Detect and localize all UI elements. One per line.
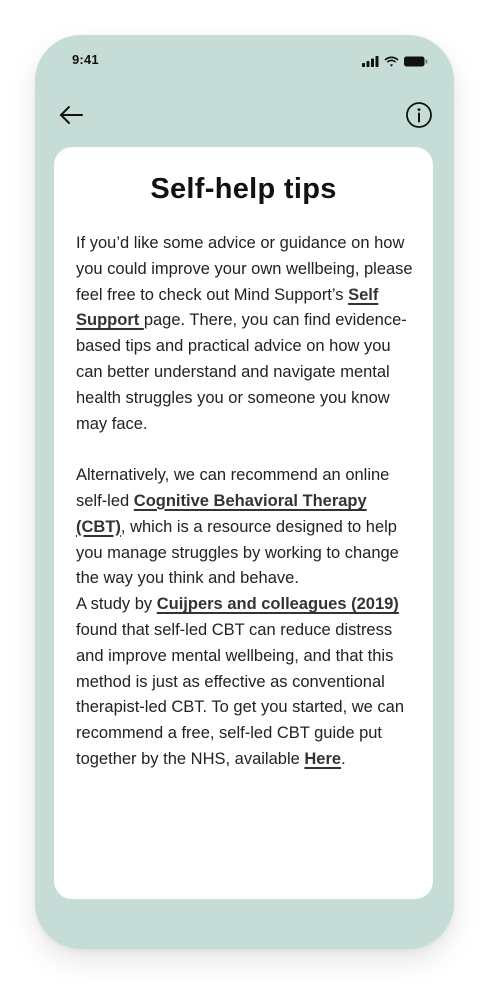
arrow-left-icon	[58, 105, 84, 130]
info-circle-icon	[405, 101, 433, 134]
content-card: Self-help tips If you’d like some advice…	[54, 147, 433, 899]
nhs-guide-link[interactable]: Here	[304, 750, 341, 768]
card-body: If you’d like some advice or guidance on…	[76, 231, 414, 773]
status-icons	[362, 54, 428, 72]
paragraph-text: found that self-led CBT can reduce distr…	[76, 620, 405, 768]
page-title: Self-help tips	[150, 173, 337, 205]
paragraph-cbt: Alternatively, we can recommend an onlin…	[76, 463, 414, 592]
battery-icon	[404, 54, 428, 72]
cellular-signal-icon	[362, 54, 379, 72]
paragraph-text: A study by	[76, 595, 157, 614]
navigation-bar	[35, 99, 454, 135]
status-time: 9:41	[72, 52, 99, 67]
paragraph-self-support: If you’d like some advice or guidance on…	[76, 231, 414, 437]
back-button[interactable]	[55, 103, 87, 131]
paragraph-text: .	[341, 749, 346, 768]
phone-screen: 9:41 Self-help tips If you’d like some a…	[35, 35, 454, 949]
info-button[interactable]	[404, 101, 434, 134]
cuijpers-study-link[interactable]: Cuijpers and colleagues (2019)	[157, 595, 399, 613]
paragraph-text: , which is a resource designed to help y…	[76, 517, 399, 588]
wifi-icon	[384, 54, 399, 72]
status-bar: 9:41	[35, 35, 454, 83]
paragraph-text: page. There, you can find evidence-based…	[76, 311, 407, 433]
paragraph-study: A study by Cuijpers and colleagues (2019…	[76, 592, 414, 773]
